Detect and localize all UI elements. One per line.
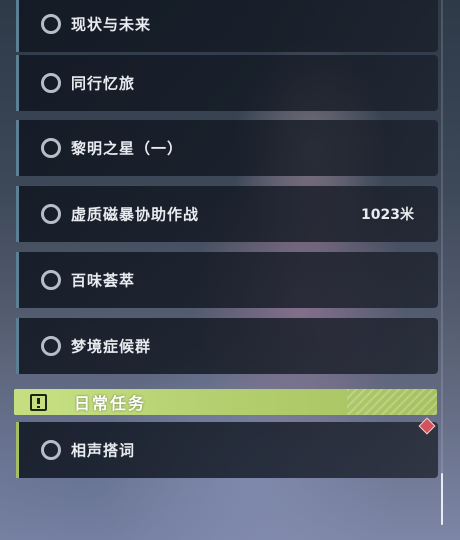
quest-row-5[interactable]: 梦境症候群 bbox=[16, 318, 438, 374]
quest-title: 黎明之星（一） bbox=[71, 139, 184, 158]
quest-status-circle-icon bbox=[41, 440, 61, 460]
quest-title: 现状与未来 bbox=[71, 15, 152, 34]
quest-title: 相声搭词 bbox=[71, 441, 136, 460]
quest-status-circle-icon bbox=[41, 336, 61, 356]
section-title: 日常任务 bbox=[74, 394, 147, 413]
quest-title: 同行忆旅 bbox=[71, 74, 136, 93]
quest-row-2[interactable]: 黎明之星（一） bbox=[16, 120, 438, 176]
header-icon-box bbox=[14, 389, 60, 415]
quest-row-3[interactable]: 虚质磁暴协助作战 1023米 bbox=[16, 186, 438, 242]
scrollbar-track[interactable] bbox=[441, 0, 443, 525]
quest-status-circle-icon bbox=[41, 73, 61, 93]
quest-list-panel: 现状与未来 同行忆旅 黎明之星（一） 虚质磁暴协助作战 1023米 百味荟萃 梦… bbox=[0, 0, 460, 540]
header-decoration bbox=[347, 389, 437, 415]
daily-quests-header[interactable]: 日常任务 bbox=[14, 389, 437, 415]
quest-title: 梦境症候群 bbox=[71, 337, 152, 356]
scrollbar-thumb[interactable] bbox=[441, 473, 443, 525]
quest-status-circle-icon bbox=[41, 14, 61, 34]
exclamation-icon bbox=[30, 394, 47, 411]
quest-title: 虚质磁暴协助作战 bbox=[71, 205, 200, 224]
quest-row-1[interactable]: 同行忆旅 bbox=[16, 55, 438, 111]
quest-status-circle-icon bbox=[41, 270, 61, 290]
quest-row-0[interactable]: 现状与未来 bbox=[16, 0, 438, 52]
quest-row-4[interactable]: 百味荟萃 bbox=[16, 252, 438, 308]
quest-title: 百味荟萃 bbox=[71, 271, 136, 290]
quest-status-circle-icon bbox=[41, 138, 61, 158]
quest-distance: 1023米 bbox=[361, 207, 414, 223]
daily-quest-row-0[interactable]: 相声搭词 bbox=[16, 422, 438, 478]
quest-status-circle-icon bbox=[41, 204, 61, 224]
